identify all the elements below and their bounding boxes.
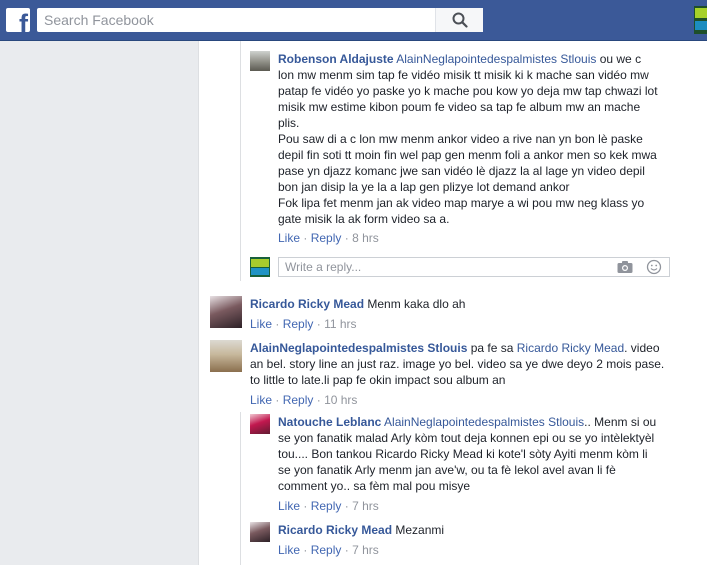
smiley-icon[interactable] xyxy=(646,259,662,275)
separator: · xyxy=(316,317,325,331)
comment-text: lon mw menm sim tap fe vidéo misik tt mi… xyxy=(278,68,649,82)
reply-link[interactable]: Reply xyxy=(311,499,342,513)
reply-link[interactable]: Reply xyxy=(311,231,342,245)
like-link[interactable]: Like xyxy=(278,231,300,245)
comment-author[interactable]: Ricardo Ricky Mead xyxy=(250,297,364,311)
search-icon xyxy=(452,12,468,28)
separator: · xyxy=(344,499,353,513)
avatar[interactable] xyxy=(250,414,270,434)
comment-actions: Like · Reply · 7 hrs xyxy=(278,498,379,514)
comment-author[interactable]: AlainNeglapointedespalmistes Stlouis xyxy=(250,341,467,355)
logo-letter: f xyxy=(19,9,28,33)
comment-ricardo: Ricardo Ricky Mead Menm kaka dlo ah xyxy=(250,296,690,312)
comment-text: .. Menm si ou xyxy=(584,415,657,429)
comment-actions: Like · Reply · 11 hrs xyxy=(250,316,357,332)
separator: · xyxy=(303,499,311,513)
like-link[interactable]: Like xyxy=(278,499,300,513)
reply-link[interactable]: Reply xyxy=(311,543,342,557)
separator: · xyxy=(275,393,283,407)
avatar[interactable] xyxy=(250,51,270,71)
timestamp[interactable]: 8 hrs xyxy=(352,231,379,245)
comment-alain: AlainNeglapointedespalmistes Stlouis pa … xyxy=(250,340,700,388)
comment-text: . video xyxy=(624,341,660,355)
like-link[interactable]: Like xyxy=(250,317,272,331)
mention-link[interactable]: Ricardo Ricky Mead xyxy=(517,341,624,355)
current-user-avatar xyxy=(250,257,270,277)
timestamp[interactable]: 7 hrs xyxy=(352,543,379,557)
comment-actions: Like · Reply · 7 hrs xyxy=(278,542,379,558)
comment-text: misik mw estime kibon poum fe video sa t… xyxy=(278,100,641,114)
avatar[interactable] xyxy=(250,522,270,542)
like-link[interactable]: Like xyxy=(250,393,272,407)
reply-box xyxy=(278,257,670,277)
comment-text: plis. xyxy=(278,116,300,130)
search-button[interactable] xyxy=(435,8,483,32)
search-box xyxy=(37,8,483,32)
page-thumbnail[interactable] xyxy=(694,6,707,34)
comment-text: bon jan disip la ye la a lap gen plizye … xyxy=(278,180,570,194)
comment-text: comment yo.. sa fèm mal pou misye xyxy=(278,479,471,493)
timestamp[interactable]: 11 hrs xyxy=(324,317,356,331)
comment-text: patap fe vidéo yo paske yo k mache pou k… xyxy=(278,84,658,98)
timestamp[interactable]: 7 hrs xyxy=(352,499,379,513)
comment-text: ou we c xyxy=(596,52,642,66)
separator: · xyxy=(303,543,311,557)
separator: · xyxy=(275,317,283,331)
comment-author[interactable]: Robenson Aldajuste xyxy=(278,52,394,66)
comment-actions: Like · Reply · 8 hrs xyxy=(278,230,379,246)
reply-link[interactable]: Reply xyxy=(283,317,314,331)
mention-link[interactable]: AlainNeglapointedespalmistes Stlouis xyxy=(396,52,596,66)
comment-text: pa fe sa xyxy=(467,341,517,355)
reply-input[interactable] xyxy=(279,258,599,276)
reply-thread-line xyxy=(240,412,241,565)
timestamp[interactable]: 10 hrs xyxy=(324,393,357,407)
comment-text: depil fin soti tt moin fin wel pap gen m… xyxy=(278,148,657,162)
comment-actions: Like · Reply · 10 hrs xyxy=(250,392,357,408)
comment-author[interactable]: Ricardo Ricky Mead xyxy=(278,523,392,537)
mention-link[interactable]: AlainNeglapointedespalmistes Stlouis xyxy=(384,415,584,429)
camera-icon[interactable] xyxy=(617,260,633,274)
comment-robenson: Robenson Aldajuste AlainNeglapointedespa… xyxy=(278,51,688,227)
comment-text: Pou saw di a c lon mw menm ankor video a… xyxy=(278,132,643,146)
comment-text: pase yn djazz komanc jwe san vidéo lè dj… xyxy=(278,164,645,178)
separator: · xyxy=(303,231,311,245)
comment-text: se yon fanatik Arly menm jan ave'w, ou t… xyxy=(278,463,616,477)
reply-link[interactable]: Reply xyxy=(283,393,314,407)
separator: · xyxy=(344,231,353,245)
like-link[interactable]: Like xyxy=(278,543,300,557)
comment-author[interactable]: Natouche Leblanc xyxy=(278,415,381,429)
comment-text: an bel. story line an just raz. image yo… xyxy=(250,357,665,371)
separator: · xyxy=(344,543,353,557)
comment-text: to little to late.li pap fe okin impact … xyxy=(250,373,506,387)
top-navigation-bar: f xyxy=(0,0,707,41)
separator: · xyxy=(316,393,325,407)
search-input[interactable] xyxy=(37,8,437,32)
comment-text: se yon fanatik malad Arly kòm tout deja … xyxy=(278,431,655,445)
facebook-logo-icon[interactable]: f xyxy=(6,8,30,32)
comment-text: Fok lipa fet menm jan ak video map marye… xyxy=(278,196,645,210)
comment-ricardo-reply: Ricardo Ricky Mead Mezanmi xyxy=(278,522,698,538)
comment-natouche: Natouche Leblanc AlainNeglapointedespalm… xyxy=(278,414,698,494)
comment-text: tou.... Bon tankou Ricardo Ricky Mead ki… xyxy=(278,447,648,461)
avatar[interactable] xyxy=(210,340,242,372)
reply-thread-line xyxy=(240,41,241,281)
avatar[interactable] xyxy=(210,296,242,328)
comment-text: Mezanmi xyxy=(392,523,445,537)
comment-text: gate misik la ak form video sa a. xyxy=(278,212,450,226)
comment-text: Menm kaka dlo ah xyxy=(364,297,466,311)
